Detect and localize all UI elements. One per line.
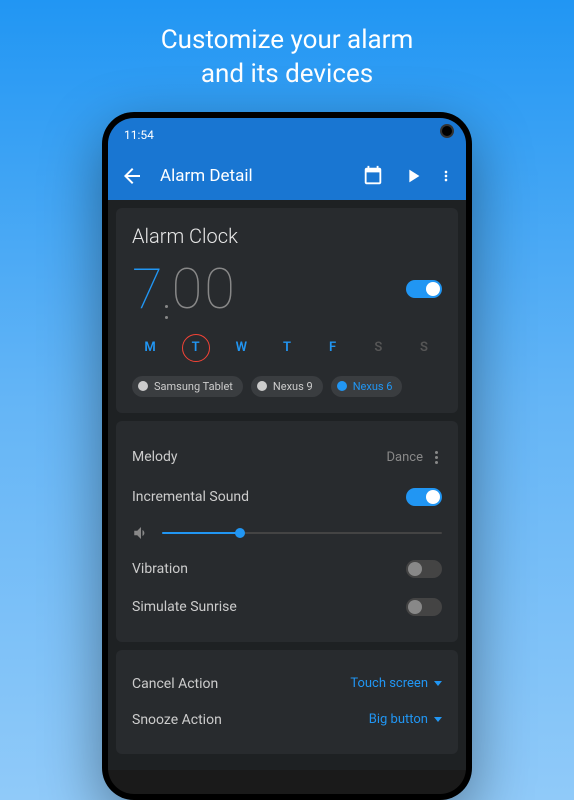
vibration-row: Vibration	[132, 550, 442, 588]
alarm-time[interactable]: 7 00	[132, 256, 237, 322]
dropdown-icon	[434, 681, 442, 686]
devices-row: Samsung Tablet Nexus 9 Nexus 6	[132, 376, 442, 397]
camera-hole	[440, 124, 454, 138]
day-wed[interactable]: W	[227, 334, 255, 362]
device-chip-samsung[interactable]: Samsung Tablet	[132, 376, 243, 397]
incremental-sound-toggle[interactable]	[406, 488, 442, 506]
time-colon	[165, 305, 168, 319]
snooze-action-label: Snooze Action	[132, 712, 222, 728]
cancel-action-label: Cancel Action	[132, 676, 218, 692]
app-bar: Alarm Detail	[108, 152, 466, 200]
alarm-name[interactable]: Alarm Clock	[132, 224, 442, 248]
day-sat[interactable]: S	[364, 334, 392, 362]
melody-value: Dance	[387, 450, 423, 465]
day-thu[interactable]: T	[273, 334, 301, 362]
incremental-sound-row: Incremental Sound	[132, 478, 442, 516]
day-tue[interactable]: T	[182, 334, 210, 362]
melody-label: Melody	[132, 449, 178, 465]
status-time: 11:54	[124, 128, 154, 142]
cancel-action-value: Touch screen	[350, 676, 428, 691]
sound-card: Melody Dance Incremental Sound	[116, 421, 458, 642]
phone-frame: 11:54 Alarm Detail Alarm Clock	[102, 112, 472, 800]
promo-heading: Customize your alarm and its devices	[161, 24, 414, 92]
more-vert-icon[interactable]	[438, 168, 454, 184]
sunrise-toggle[interactable]	[406, 598, 442, 616]
snooze-action-value: Big button	[369, 712, 428, 727]
phone-screen: 11:54 Alarm Detail Alarm Clock	[108, 118, 466, 794]
calendar-icon[interactable]	[362, 165, 384, 187]
time-hour: 7	[132, 256, 161, 322]
volume-row	[132, 516, 442, 550]
alarm-card: Alarm Clock 7 00	[116, 208, 458, 413]
snooze-action-row[interactable]: Snooze Action Big button	[132, 702, 442, 738]
cancel-action-row[interactable]: Cancel Action Touch screen	[132, 666, 442, 702]
back-icon[interactable]	[120, 164, 144, 188]
vibration-toggle[interactable]	[406, 560, 442, 578]
incremental-sound-label: Incremental Sound	[132, 489, 249, 505]
volume-slider[interactable]	[162, 532, 442, 534]
app-bar-title: Alarm Detail	[160, 166, 344, 186]
day-fri[interactable]: F	[319, 334, 347, 362]
dropdown-icon	[434, 717, 442, 722]
melody-more-icon[interactable]	[431, 447, 442, 468]
day-mon[interactable]: M	[136, 334, 164, 362]
days-row: M T W T F S S	[132, 334, 442, 362]
day-sun[interactable]: S	[410, 334, 438, 362]
status-bar: 11:54	[108, 118, 466, 152]
sunrise-row: Simulate Sunrise	[132, 588, 442, 626]
volume-icon	[132, 524, 150, 542]
sunrise-label: Simulate Sunrise	[132, 599, 237, 615]
melody-row[interactable]: Melody Dance	[132, 437, 442, 478]
device-chip-nexus9[interactable]: Nexus 9	[251, 376, 323, 397]
alarm-toggle[interactable]	[406, 280, 442, 298]
time-minute: 00	[172, 256, 237, 322]
vibration-label: Vibration	[132, 561, 188, 577]
device-chip-nexus6[interactable]: Nexus 6	[331, 376, 403, 397]
actions-card: Cancel Action Touch screen Snooze Action…	[116, 650, 458, 754]
play-icon[interactable]	[402, 165, 424, 187]
